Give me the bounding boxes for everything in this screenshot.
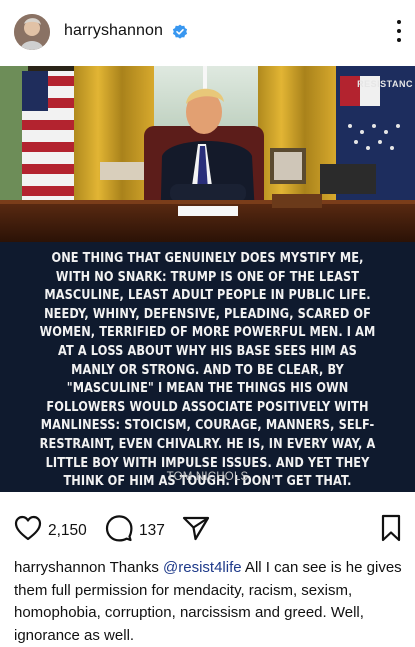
- verified-badge-icon: [172, 24, 188, 40]
- comment-group: 137: [105, 514, 165, 547]
- avatar-image: [14, 14, 50, 50]
- quote-text: ONE THING THAT GENUINELY DOES MYSTIFY ME…: [39, 251, 376, 490]
- send-icon[interactable]: [182, 515, 210, 541]
- post-caption: harryshannon Thanks @resist4life All I c…: [14, 557, 402, 647]
- like-group: 2,150: [14, 515, 87, 546]
- more-options-icon[interactable]: [395, 20, 403, 42]
- bookmark-icon[interactable]: [380, 514, 402, 542]
- post-photo: RESISTANC: [0, 66, 415, 242]
- quote-author: TOM NICHOLS: [166, 471, 249, 483]
- watermark: RESISTANC: [357, 79, 413, 89]
- caption-mention-link[interactable]: @resist4life: [163, 559, 242, 576]
- comment-bubble-icon[interactable]: [105, 514, 133, 547]
- post-image: RESISTANC ONE THING THAT GENUINELY DOES …: [0, 66, 415, 492]
- heart-icon[interactable]: [14, 515, 42, 546]
- caption-text-before: Thanks: [109, 559, 163, 576]
- avatar[interactable]: [14, 14, 50, 50]
- post-header: harryshannon: [0, 0, 415, 64]
- caption-username[interactable]: harryshannon: [14, 559, 106, 576]
- like-count[interactable]: 2,150: [48, 522, 87, 540]
- quote-panel: ONE THING THAT GENUINELY DOES MYSTIFY ME…: [0, 242, 415, 492]
- comment-count[interactable]: 137: [139, 522, 165, 540]
- username[interactable]: harryshannon: [64, 22, 163, 40]
- post-actions: 2,150 137: [0, 505, 415, 549]
